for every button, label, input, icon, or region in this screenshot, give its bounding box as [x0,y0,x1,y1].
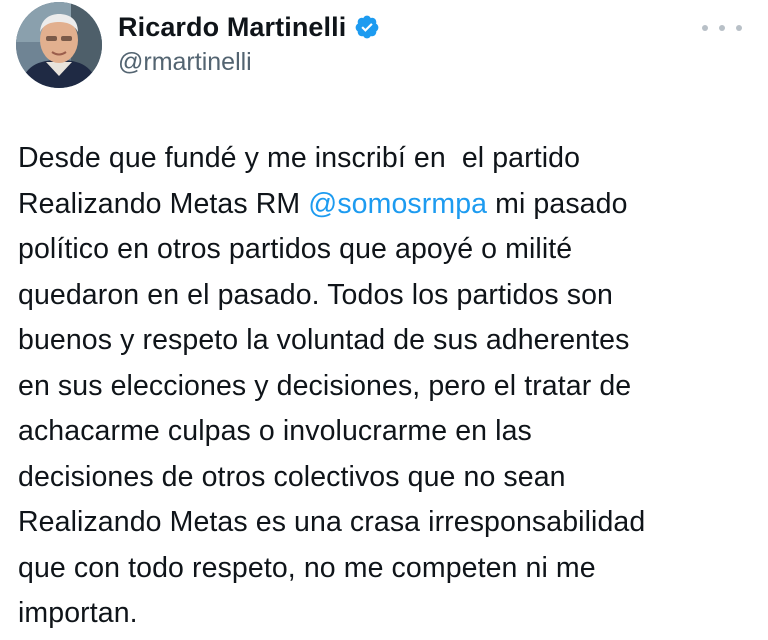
avatar[interactable] [16,2,102,88]
mention-link[interactable]: @somosrmpa [308,188,487,220]
more-options-icon[interactable] [702,18,742,38]
tweet-card: Ricardo Martinelli @rmartinelli Desde qu… [0,0,768,640]
tweet-author: Ricardo Martinelli @rmartinelli [118,8,380,77]
verified-badge-icon [354,14,380,40]
more-dot-icon [702,25,708,31]
author-name-row: Ricardo Martinelli [118,8,380,46]
author-display-name[interactable]: Ricardo Martinelli [118,12,346,43]
profile-photo [16,2,102,88]
more-dot-icon [736,25,742,31]
more-dot-icon [719,25,725,31]
author-handle[interactable]: @rmartinelli [118,48,380,77]
tweet-text-part: mi pasado político en otros partidos que… [18,187,646,630]
tweet-text: Desde que fundé y me inscribí en el part… [18,136,753,637]
